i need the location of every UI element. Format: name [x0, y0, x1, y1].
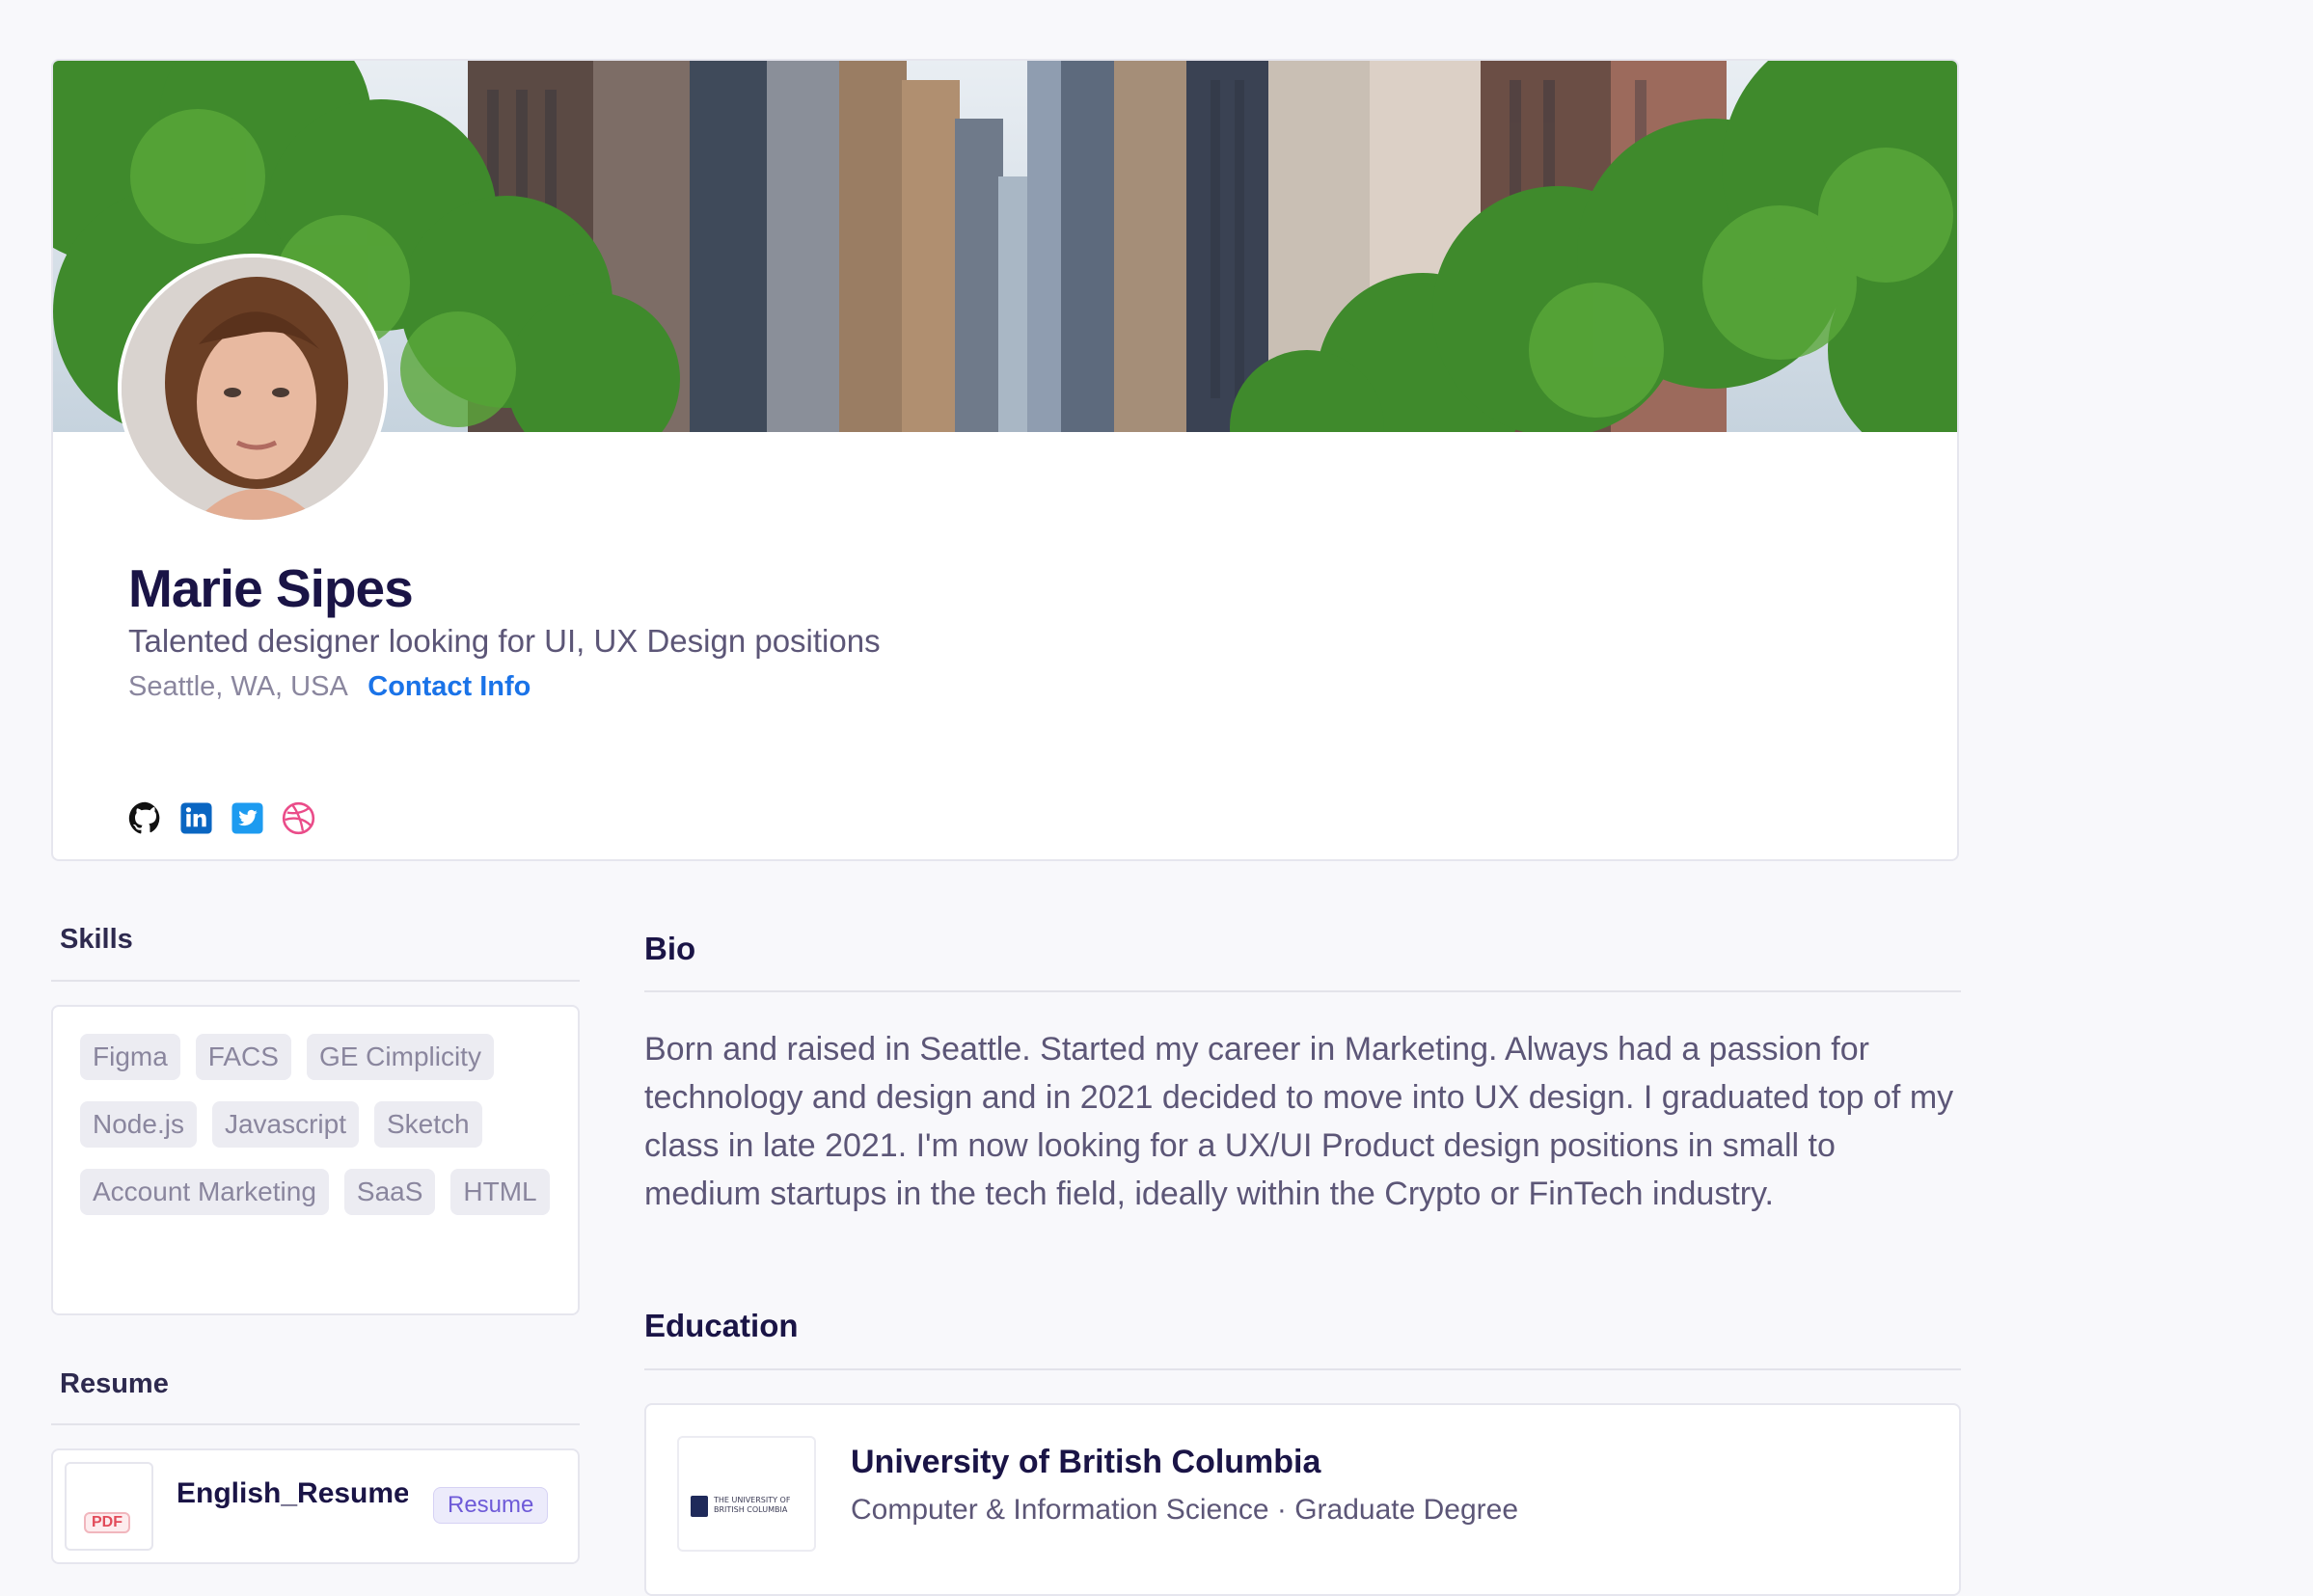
skill-tag: Account Marketing	[80, 1169, 329, 1215]
profile-location: Seattle, WA, USA	[128, 671, 347, 702]
skill-tag: Node.js	[80, 1101, 197, 1148]
education-card: THE UNIVERSITY OF BRITISH COLUMBIA Unive…	[644, 1403, 1961, 1596]
location-row: Seattle, WA, USA Contact Info	[128, 671, 531, 703]
skill-tag: Figma	[80, 1034, 180, 1080]
twitter-icon[interactable]	[231, 801, 264, 835]
crest-icon	[691, 1496, 708, 1517]
bio-title: Bio	[644, 931, 696, 966]
resume-divider	[51, 1423, 580, 1425]
education-title: Education	[644, 1308, 799, 1343]
university-logo-text: THE UNIVERSITY OF BRITISH COLUMBIA	[714, 1496, 791, 1514]
bio-text: Born and raised in Seattle. Started my c…	[644, 1031, 1954, 1212]
skills-divider	[51, 980, 580, 982]
university-logo: THE UNIVERSITY OF BRITISH COLUMBIA	[677, 1436, 816, 1552]
resume-file-item[interactable]: PDF English_Resume.pdf Resume	[51, 1448, 580, 1564]
dribbble-icon[interactable]	[282, 801, 315, 835]
contact-info-link[interactable]: Contact Info	[367, 671, 531, 702]
resume-title: Resume	[60, 1368, 169, 1399]
pdf-file-icon: PDF	[65, 1462, 153, 1551]
skill-tag: SaaS	[343, 1169, 436, 1215]
avatar[interactable]	[118, 254, 388, 524]
skill-tags: Figma FACS GE Cimplicity Node.js Javascr…	[80, 1034, 551, 1215]
profile-photo	[122, 257, 384, 520]
file-type-badge: PDF	[84, 1512, 130, 1533]
skill-tag: Sketch	[373, 1101, 482, 1148]
skill-tag: HTML	[450, 1169, 550, 1215]
profile-card: Marie Sipes Talented designer looking fo…	[51, 59, 1959, 861]
skill-tag: FACS	[195, 1034, 291, 1080]
skills-title: Skills	[60, 924, 133, 955]
degree-name: Computer & Information Science · Graduat…	[851, 1494, 1519, 1526]
github-icon[interactable]	[128, 801, 162, 835]
social-links	[128, 801, 315, 835]
bio-divider	[644, 990, 1961, 992]
skill-tag: GE Cimplicity	[306, 1034, 494, 1080]
profile-headline: Talented designer looking for UI, UX Des…	[128, 623, 881, 659]
profile-name: Marie Sipes	[128, 558, 414, 618]
school-name: University of British Columbia	[851, 1444, 1321, 1480]
resume-badge: Resume	[433, 1487, 549, 1524]
skill-tag: Javascript	[211, 1101, 359, 1148]
resume-file-name[interactable]: English_Resume.pdf	[177, 1477, 408, 1510]
linkedin-icon[interactable]	[179, 801, 213, 835]
skills-box: Figma FACS GE Cimplicity Node.js Javascr…	[51, 1005, 580, 1315]
education-divider	[644, 1368, 1961, 1370]
